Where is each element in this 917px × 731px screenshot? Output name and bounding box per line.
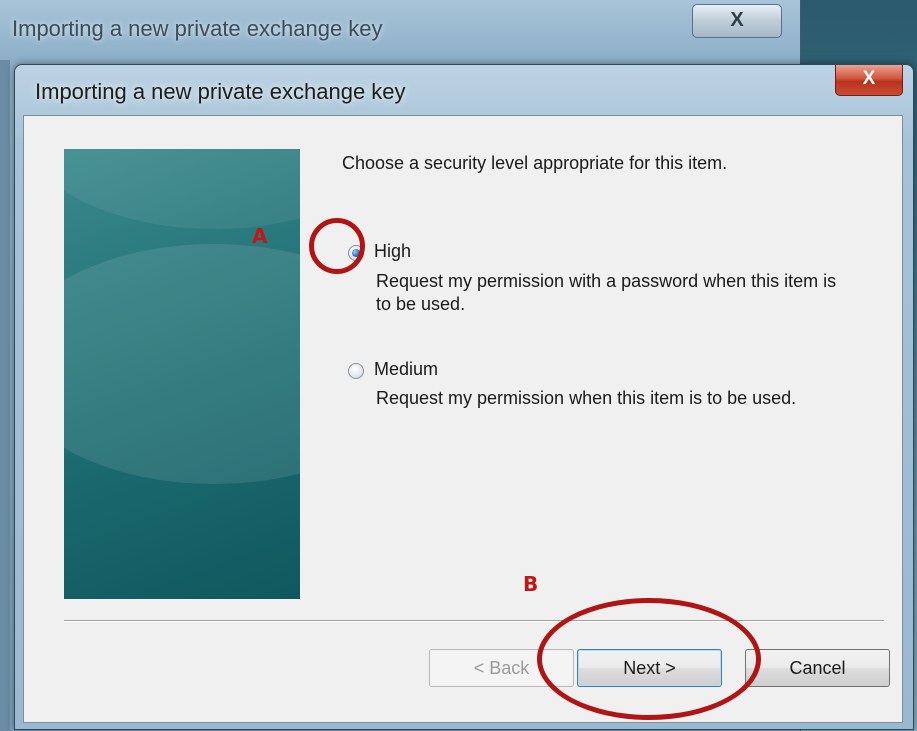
side-graphic-swoosh	[64, 244, 300, 484]
high-option-label[interactable]: High	[374, 241, 411, 262]
dialog-close-button[interactable]: X	[835, 65, 903, 96]
dialog-client-area: Choose a security level appropriate for …	[23, 115, 903, 723]
annotation-label-a: A	[252, 224, 268, 248]
dialog-title: Importing a new private exchange key	[35, 79, 406, 104]
annotation-label-b: B	[523, 572, 539, 596]
background-window-title: Importing a new private exchange key	[12, 16, 383, 41]
medium-option-label[interactable]: Medium	[374, 359, 438, 380]
cancel-button[interactable]: Cancel	[745, 649, 890, 687]
annotation-circle-b	[537, 598, 761, 720]
medium-option-description: Request my permission when this item is …	[376, 388, 797, 408]
high-option-description: Request my permission with a password wh…	[376, 271, 837, 314]
medium-radio-button[interactable]	[348, 363, 364, 379]
annotation-circle-a	[309, 218, 365, 274]
button-separator	[64, 620, 884, 622]
instruction-text: Choose a security level appropriate for …	[342, 153, 728, 173]
background-window-edge	[0, 60, 10, 731]
wizard-side-graphic	[64, 149, 300, 599]
import-key-dialog: Importing a new private exchange key X C…	[14, 64, 914, 730]
side-graphic-highlight	[64, 149, 300, 229]
background-window-close-button[interactable]: X	[692, 4, 782, 38]
